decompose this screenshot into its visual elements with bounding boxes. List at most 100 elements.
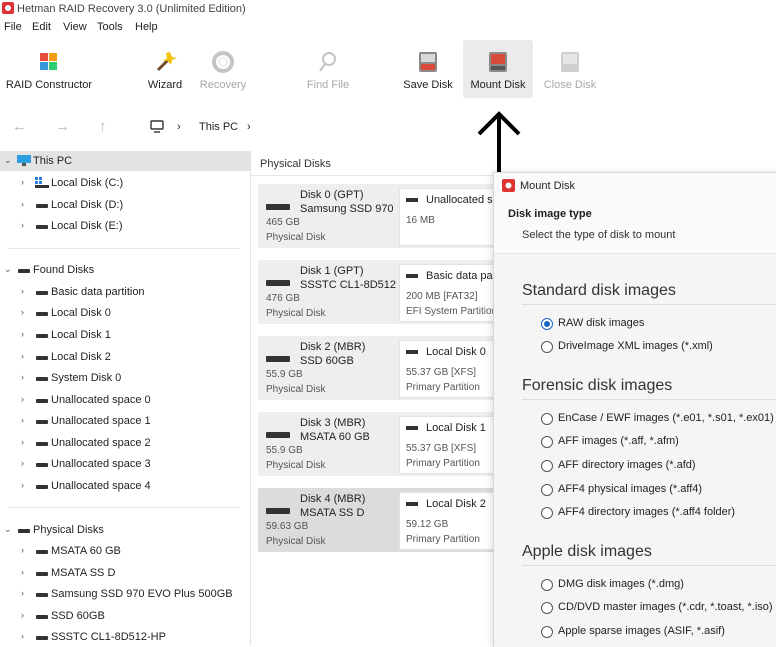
- breadcrumb-this-pc[interactable]: This PC: [199, 121, 238, 133]
- chevron-right-icon[interactable]: ›: [21, 199, 24, 209]
- radio-selected-icon[interactable]: [541, 318, 553, 330]
- chevron-right-icon[interactable]: ›: [21, 631, 24, 641]
- tree-item-physical[interactable]: › Samsung SSD 970 EVO Plus 500GB: [0, 584, 250, 604]
- mount-disk-icon: [489, 52, 507, 72]
- drive-icon: [36, 593, 48, 597]
- drive-icon: [36, 615, 48, 619]
- chevron-right-icon[interactable]: ›: [21, 372, 24, 382]
- find-file-button[interactable]: Find File: [300, 40, 356, 98]
- back-arrow-icon[interactable]: ←: [12, 118, 27, 135]
- tree-item-found[interactable]: › Unallocated space 0: [0, 390, 250, 410]
- chevron-right-icon[interactable]: ›: [21, 220, 24, 230]
- option-label: EnCase / EWF images (*.e01, *.s01, *.ex0…: [558, 412, 774, 424]
- disk-card-selected[interactable]: Disk 4 (MBR) MSATA SS D 59.63 GB Physica…: [258, 488, 500, 552]
- tree-item-physical-disks[interactable]: ⌄ Physical Disks: [0, 520, 250, 540]
- radio-icon[interactable]: [541, 626, 553, 638]
- tree-item-physical[interactable]: › MSATA SS D: [0, 563, 250, 583]
- partition-card[interactable]: Local Disk 2 59.12 GB Primary Partition: [399, 492, 500, 550]
- menu-help[interactable]: Help: [135, 21, 158, 33]
- radio-icon[interactable]: [541, 413, 553, 425]
- chevron-right-icon[interactable]: ›: [21, 458, 24, 468]
- raid-constructor-label: RAID Constructor: [5, 79, 93, 91]
- mount-disk-dialog: Mount Disk Disk image type Select the ty…: [493, 172, 776, 647]
- tree-item-found[interactable]: › Local Disk 1: [0, 325, 250, 345]
- partition-card[interactable]: Local Disk 1 55.37 GB [XFS] Primary Part…: [399, 416, 500, 474]
- partition-card[interactable]: Unallocated space 16 MB: [399, 188, 500, 246]
- disk-size: 59.63 GB: [266, 521, 309, 532]
- disk-name: Disk 1 (GPT) SSSTC CL1-8D512-HP: [300, 265, 396, 291]
- menu-tools[interactable]: Tools: [97, 21, 123, 33]
- divider: [522, 565, 776, 566]
- chevron-right-icon[interactable]: ›: [21, 394, 24, 404]
- radio-icon[interactable]: [541, 436, 553, 448]
- disk-card[interactable]: Disk 2 (MBR) SSD 60GB 55.9 GB Physical D…: [258, 336, 500, 400]
- tree-item-found-disks[interactable]: ⌄ Found Disks: [0, 260, 250, 280]
- chevron-right-icon[interactable]: ›: [21, 177, 24, 187]
- tree-item-this-pc[interactable]: ⌄ This PC: [0, 151, 250, 171]
- chevron-right-icon[interactable]: ›: [21, 588, 24, 598]
- tree-item-found[interactable]: › Local Disk 2: [0, 347, 250, 367]
- tree-label: Samsung SSD 970 EVO Plus 500GB: [51, 588, 233, 600]
- menu-edit[interactable]: Edit: [32, 21, 51, 33]
- save-disk-button[interactable]: Save Disk: [400, 40, 456, 98]
- chevron-right-icon[interactable]: ›: [21, 567, 24, 577]
- forward-arrow-icon[interactable]: →: [55, 118, 70, 135]
- radio-icon[interactable]: [541, 460, 553, 472]
- partition-name: Local Disk 2: [426, 498, 486, 510]
- wizard-button[interactable]: Wizard: [142, 40, 188, 98]
- tree-item-physical[interactable]: › MSATA 60 GB: [0, 541, 250, 561]
- tree-item-found[interactable]: › Unallocated space 1: [0, 411, 250, 431]
- partition-card[interactable]: Basic data partition 200 MB [FAT32] EFI …: [399, 264, 500, 322]
- divider: [522, 399, 776, 400]
- chevron-right-icon[interactable]: ›: [21, 329, 24, 339]
- option-label: AFF4 directory images (*.aff4 folder): [558, 506, 736, 518]
- disk-type: Physical Disk: [266, 384, 326, 395]
- chevron-right-icon[interactable]: ›: [21, 307, 24, 317]
- tree-item-physical[interactable]: › SSD 60GB: [0, 606, 250, 626]
- tree-item-local-disk-d[interactable]: › Local Disk (D:): [0, 195, 250, 215]
- chevron-right-icon[interactable]: ›: [21, 437, 24, 447]
- partition-card[interactable]: Local Disk 0 55.37 GB [XFS] Primary Part…: [399, 340, 500, 398]
- radio-icon[interactable]: [541, 507, 553, 519]
- dialog-subtitle: Select the type of disk to mount: [522, 229, 676, 241]
- tree-item-found[interactable]: › Unallocated space 3: [0, 454, 250, 474]
- chevron-right-icon[interactable]: ›: [21, 415, 24, 425]
- up-arrow-icon[interactable]: ↑: [99, 118, 107, 135]
- tree-item-local-disk-e[interactable]: › Local Disk (E:): [0, 216, 250, 236]
- radio-icon[interactable]: [541, 341, 553, 353]
- tree-item-found[interactable]: › Unallocated space 4: [0, 476, 250, 496]
- menu-file[interactable]: File: [4, 21, 22, 33]
- close-disk-button[interactable]: Close Disk: [540, 40, 600, 98]
- drive-icon: [36, 334, 48, 338]
- section-title: Physical Disks: [260, 158, 331, 170]
- tree-item-found[interactable]: › Local Disk 0: [0, 303, 250, 323]
- tree-item-local-disk-c[interactable]: › Local Disk (C:): [0, 173, 250, 193]
- radio-icon[interactable]: [541, 579, 553, 591]
- partition-name: Local Disk 0: [426, 346, 486, 358]
- app-icon: [502, 179, 515, 192]
- mount-disk-button[interactable]: Mount Disk: [463, 40, 533, 98]
- chevron-down-icon[interactable]: ⌄: [4, 524, 12, 535]
- radio-icon[interactable]: [541, 484, 553, 496]
- disk-size: 476 GB: [266, 293, 300, 304]
- tree-item-found[interactable]: › System Disk 0: [0, 368, 250, 388]
- chevron-right-icon[interactable]: ›: [21, 545, 24, 555]
- tree-item-found[interactable]: › Basic data partition: [0, 282, 250, 302]
- menu-view[interactable]: View: [63, 21, 87, 33]
- disk-icon: [266, 508, 290, 514]
- chevron-right-icon[interactable]: ›: [21, 610, 24, 620]
- disk-card[interactable]: Disk 1 (GPT) SSSTC CL1-8D512-HP 476 GB P…: [258, 260, 500, 324]
- tree-item-found[interactable]: › Unallocated space 2: [0, 433, 250, 453]
- chevron-right-icon[interactable]: ›: [21, 351, 24, 361]
- chevron-down-icon[interactable]: ⌄: [4, 155, 12, 166]
- radio-icon[interactable]: [541, 602, 553, 614]
- chevron-right-icon[interactable]: ›: [21, 286, 24, 296]
- recovery-button[interactable]: Recovery: [198, 40, 248, 98]
- chevron-down-icon[interactable]: ⌄: [4, 264, 12, 275]
- chevron-right-icon[interactable]: ›: [21, 480, 24, 490]
- disk-card[interactable]: Disk 0 (GPT) Samsung SSD 970 EVO 465 GB …: [258, 184, 500, 248]
- breadcrumb-chevron-icon[interactable]: ›: [247, 121, 251, 133]
- disk-card[interactable]: Disk 3 (MBR) MSATA 60 GB 55.9 GB Physica…: [258, 412, 500, 476]
- tree-item-physical[interactable]: › SSSTC CL1-8D512-HP: [0, 627, 250, 647]
- raid-constructor-button[interactable]: RAID Constructor: [0, 40, 98, 98]
